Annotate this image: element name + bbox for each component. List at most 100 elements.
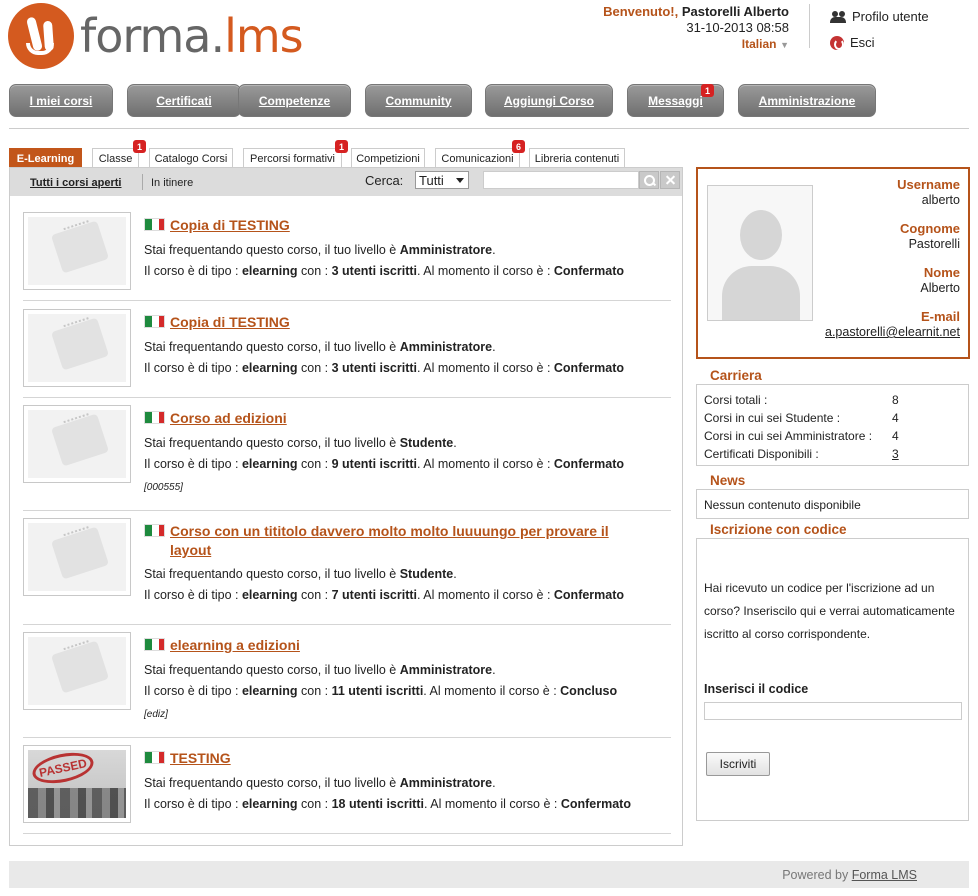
course-level-line: Stai frequentando questo corso, il tuo l… — [144, 243, 496, 257]
course-item: elearning a edizioni Stai frequentando q… — [23, 625, 671, 738]
tab-percorsi-badge: 1 — [335, 140, 348, 153]
email-label: E-mail — [920, 309, 960, 324]
name-label: Nome — [923, 265, 960, 280]
course-level-line: Stai frequentando questo corso, il tuo l… — [144, 567, 457, 581]
career-box: Corsi totali : 8 Corsi in cui sei Studen… — [696, 384, 969, 466]
dropdown-arrow-icon — [456, 178, 464, 183]
filter-all-open[interactable]: Tutti i corsi aperti — [30, 177, 121, 189]
italian-flag-icon — [144, 411, 165, 424]
course-info-line: Il corso è di tipo : elearning con : 7 u… — [144, 588, 625, 602]
profile-box: Username alberto Cognome Pastorelli Nome Al… — [696, 167, 970, 359]
code-input[interactable] — [704, 702, 962, 720]
code-input-label: Inserisci il codice — [704, 682, 809, 696]
language-selector[interactable]: Italian ▼ — [603, 36, 789, 53]
course-info-line: Il corso è di tipo : elearning con : 11 … — [144, 684, 618, 698]
italian-flag-icon — [144, 638, 165, 651]
nav-community[interactable]: Community — [365, 84, 472, 117]
course-item: PASSED TESTING Stai frequentando questo … — [23, 738, 671, 834]
course-thumbnail[interactable] — [23, 309, 131, 387]
course-thumbnail[interactable] — [23, 405, 131, 483]
datetime: 31-10-2013 08:58 — [686, 20, 789, 35]
search-input[interactable] — [483, 171, 639, 189]
logo-text: forma.lms — [80, 9, 304, 63]
course-title[interactable]: TESTING — [170, 749, 231, 768]
tab-e-learning[interactable]: E-Learning — [9, 148, 82, 168]
welcome-text: Benvenuto!, — [603, 4, 679, 19]
search-scope-select[interactable]: Tutti — [415, 171, 469, 189]
tab-libreria-contenuti[interactable]: Libreria contenuti — [529, 148, 625, 168]
italian-flag-icon — [144, 751, 165, 764]
course-item: Corso ad edizioni Stai frequentando ques… — [23, 398, 671, 511]
tab-classe-badge: 1 — [133, 140, 146, 153]
tab-catalogo-corsi[interactable]: Catalogo Corsi — [149, 148, 233, 168]
nav-i-miei-corsi[interactable]: I miei corsi — [9, 84, 113, 117]
code-signup-description: Hai ricevuto un codice per l'iscrizione … — [704, 581, 955, 641]
code-signup-box: Hai ricevuto un codice per l'iscrizione … — [696, 538, 969, 821]
tab-comunicazioni[interactable]: Comunicazioni — [435, 148, 520, 168]
career-title: Carriera — [710, 368, 762, 383]
user-name: Pastorelli Alberto — [681, 4, 789, 19]
italian-flag-icon — [144, 315, 165, 328]
surname-label: Cognome — [900, 221, 960, 236]
course-code: [000555] — [144, 482, 183, 493]
power-icon — [830, 35, 844, 50]
tab-competizioni[interactable]: Competizioni — [351, 148, 425, 168]
nav-aggiungi-corso[interactable]: Aggiungi Corso — [485, 84, 613, 117]
stat-value: 8 — [892, 393, 899, 407]
code-signup-title: Iscrizione con codice — [710, 522, 847, 537]
search-icon[interactable] — [639, 171, 659, 189]
filter-in-progress[interactable]: In itinere — [151, 177, 193, 189]
welcome-block: Benvenuto!, Pastorelli Alberto 31-10-201… — [603, 4, 789, 53]
tab-classe[interactable]: Classe — [92, 148, 139, 168]
course-item: Copia di TESTING Stai frequentando quest… — [23, 301, 671, 398]
avatar[interactable] — [707, 185, 813, 321]
course-item: Copia di TESTING Stai frequentando quest… — [23, 204, 671, 301]
header-divider — [9, 128, 969, 129]
users-icon — [830, 10, 846, 24]
course-title[interactable]: Copia di TESTING — [170, 313, 290, 332]
nav-competenze[interactable]: Competenze — [238, 84, 351, 117]
course-info-line: Il corso è di tipo : elearning con : 18 … — [144, 797, 631, 811]
course-level-line: Stai frequentando questo corso, il tuo l… — [144, 663, 496, 677]
news-box: Nessun contenuto disponibile — [696, 489, 969, 519]
logo[interactable]: forma.lms — [8, 2, 348, 70]
hand-logo-icon — [8, 3, 74, 69]
logout-link[interactable]: Esci — [830, 34, 929, 51]
italian-flag-icon — [144, 524, 165, 537]
clear-icon[interactable] — [660, 171, 680, 189]
course-thumbnail[interactable] — [23, 632, 131, 710]
stat-label: Certificati Disponibili : — [704, 447, 819, 461]
course-thumbnail[interactable]: PASSED — [23, 745, 131, 823]
stat-value: 4 — [892, 411, 899, 425]
tab-comunicazioni-badge: 6 — [512, 140, 525, 153]
stat-label: Corsi totali : — [704, 393, 768, 407]
email-link[interactable]: a.pastorelli@elearnit.net — [825, 325, 960, 339]
iscriviti-button[interactable]: Iscriviti — [706, 752, 770, 776]
course-title[interactable]: Corso ad edizioni — [170, 409, 287, 428]
course-title[interactable]: Copia di TESTING — [170, 216, 290, 235]
course-thumbnail[interactable] — [23, 518, 131, 596]
tab-percorsi-formativi[interactable]: Percorsi formativi — [243, 148, 342, 168]
powered-by: Powered by Forma LMS — [782, 868, 917, 882]
username-label: Username — [897, 177, 960, 192]
profile-link[interactable]: Profilo utente — [830, 8, 929, 25]
course-level-line: Stai frequentando questo corso, il tuo l… — [144, 340, 496, 354]
filter-bar: Tutti i corsi aperti In itinere Cerca: T… — [10, 168, 682, 196]
stat-label: Corsi in cui sei Studente : — [704, 411, 841, 425]
news-title: News — [710, 473, 746, 488]
search-label: Cerca: — [365, 173, 404, 188]
course-thumbnail[interactable] — [23, 212, 131, 290]
nav-certificati[interactable]: Certificati — [127, 84, 241, 117]
certificates-link[interactable]: 3 — [892, 447, 899, 461]
course-item: Corso con un tititolo davvero molto molt… — [23, 511, 671, 625]
course-title[interactable]: Corso con un tititolo davvero molto molt… — [170, 522, 644, 560]
course-info-line: Il corso è di tipo : elearning con : 3 u… — [144, 361, 625, 375]
course-level-line: Stai frequentando questo corso, il tuo l… — [144, 776, 496, 790]
stat-label: Corsi in cui sei Amministratore : — [704, 429, 873, 443]
course-title[interactable]: elearning a edizioni — [170, 636, 300, 655]
forma-lms-link[interactable]: Forma LMS — [852, 868, 917, 882]
news-empty: Nessun contenuto disponibile — [704, 498, 861, 512]
italian-flag-icon — [144, 218, 165, 231]
nav-amministrazione[interactable]: Amministrazione — [738, 84, 876, 117]
stat-value: 4 — [892, 429, 899, 443]
